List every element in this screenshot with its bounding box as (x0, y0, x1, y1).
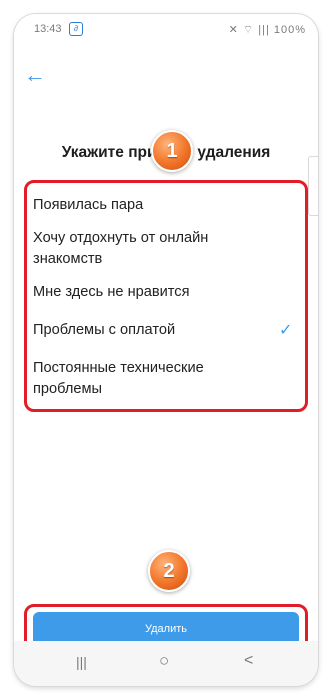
option-dislike[interactable]: Мне здесь не нравится (33, 282, 269, 303)
option-tech-problems[interactable]: Постоянные технические проблемы (33, 358, 269, 400)
option-take-break[interactable]: Хочу отдохнуть от онлайн знакомств (33, 228, 269, 270)
status-time: 13:43 (34, 23, 62, 35)
recent-apps-icon[interactable]: ||| (76, 654, 87, 670)
option-found-partner[interactable]: Появилась пара (33, 195, 269, 216)
system-nav-bar: ||| ○ < (14, 641, 318, 686)
option-label: Проблемы с оплатой (33, 322, 176, 338)
phone-screen: 13:43 ∂ ✕ ⌔ ||| 100% ← Укажите причину у… (14, 14, 318, 686)
option-payment-problems[interactable]: Проблемы с оплатой (33, 320, 269, 341)
option-label: Мне здесь не нравится (33, 284, 190, 300)
status-indicators: ✕ ⌔ ||| 100% (228, 24, 306, 36)
checkmark-icon: ✓ (279, 322, 293, 339)
reason-options-list: Появилась пара Хочу отдохнуть от онлайн … (24, 180, 308, 412)
side-edge-panel[interactable] (308, 156, 318, 216)
option-label: Хочу отдохнуть от онлайн знакомств (33, 230, 209, 267)
delete-reason-screen: ← Укажите причину удаления Появилась пар… (14, 46, 318, 654)
option-label: Появилась пара (33, 197, 144, 213)
nav-back-icon[interactable]: < (244, 652, 253, 670)
callout-badge-1: 1 (151, 130, 193, 172)
option-label: Постоянные технические проблемы (33, 360, 204, 397)
callout-badge-2: 2 (148, 550, 190, 592)
home-icon[interactable]: ○ (159, 651, 169, 671)
app-notification-icon: ∂ (69, 22, 83, 36)
status-bar: 13:43 ∂ ✕ ⌔ ||| 100% (14, 14, 318, 46)
back-arrow-icon[interactable]: ← (22, 62, 48, 88)
